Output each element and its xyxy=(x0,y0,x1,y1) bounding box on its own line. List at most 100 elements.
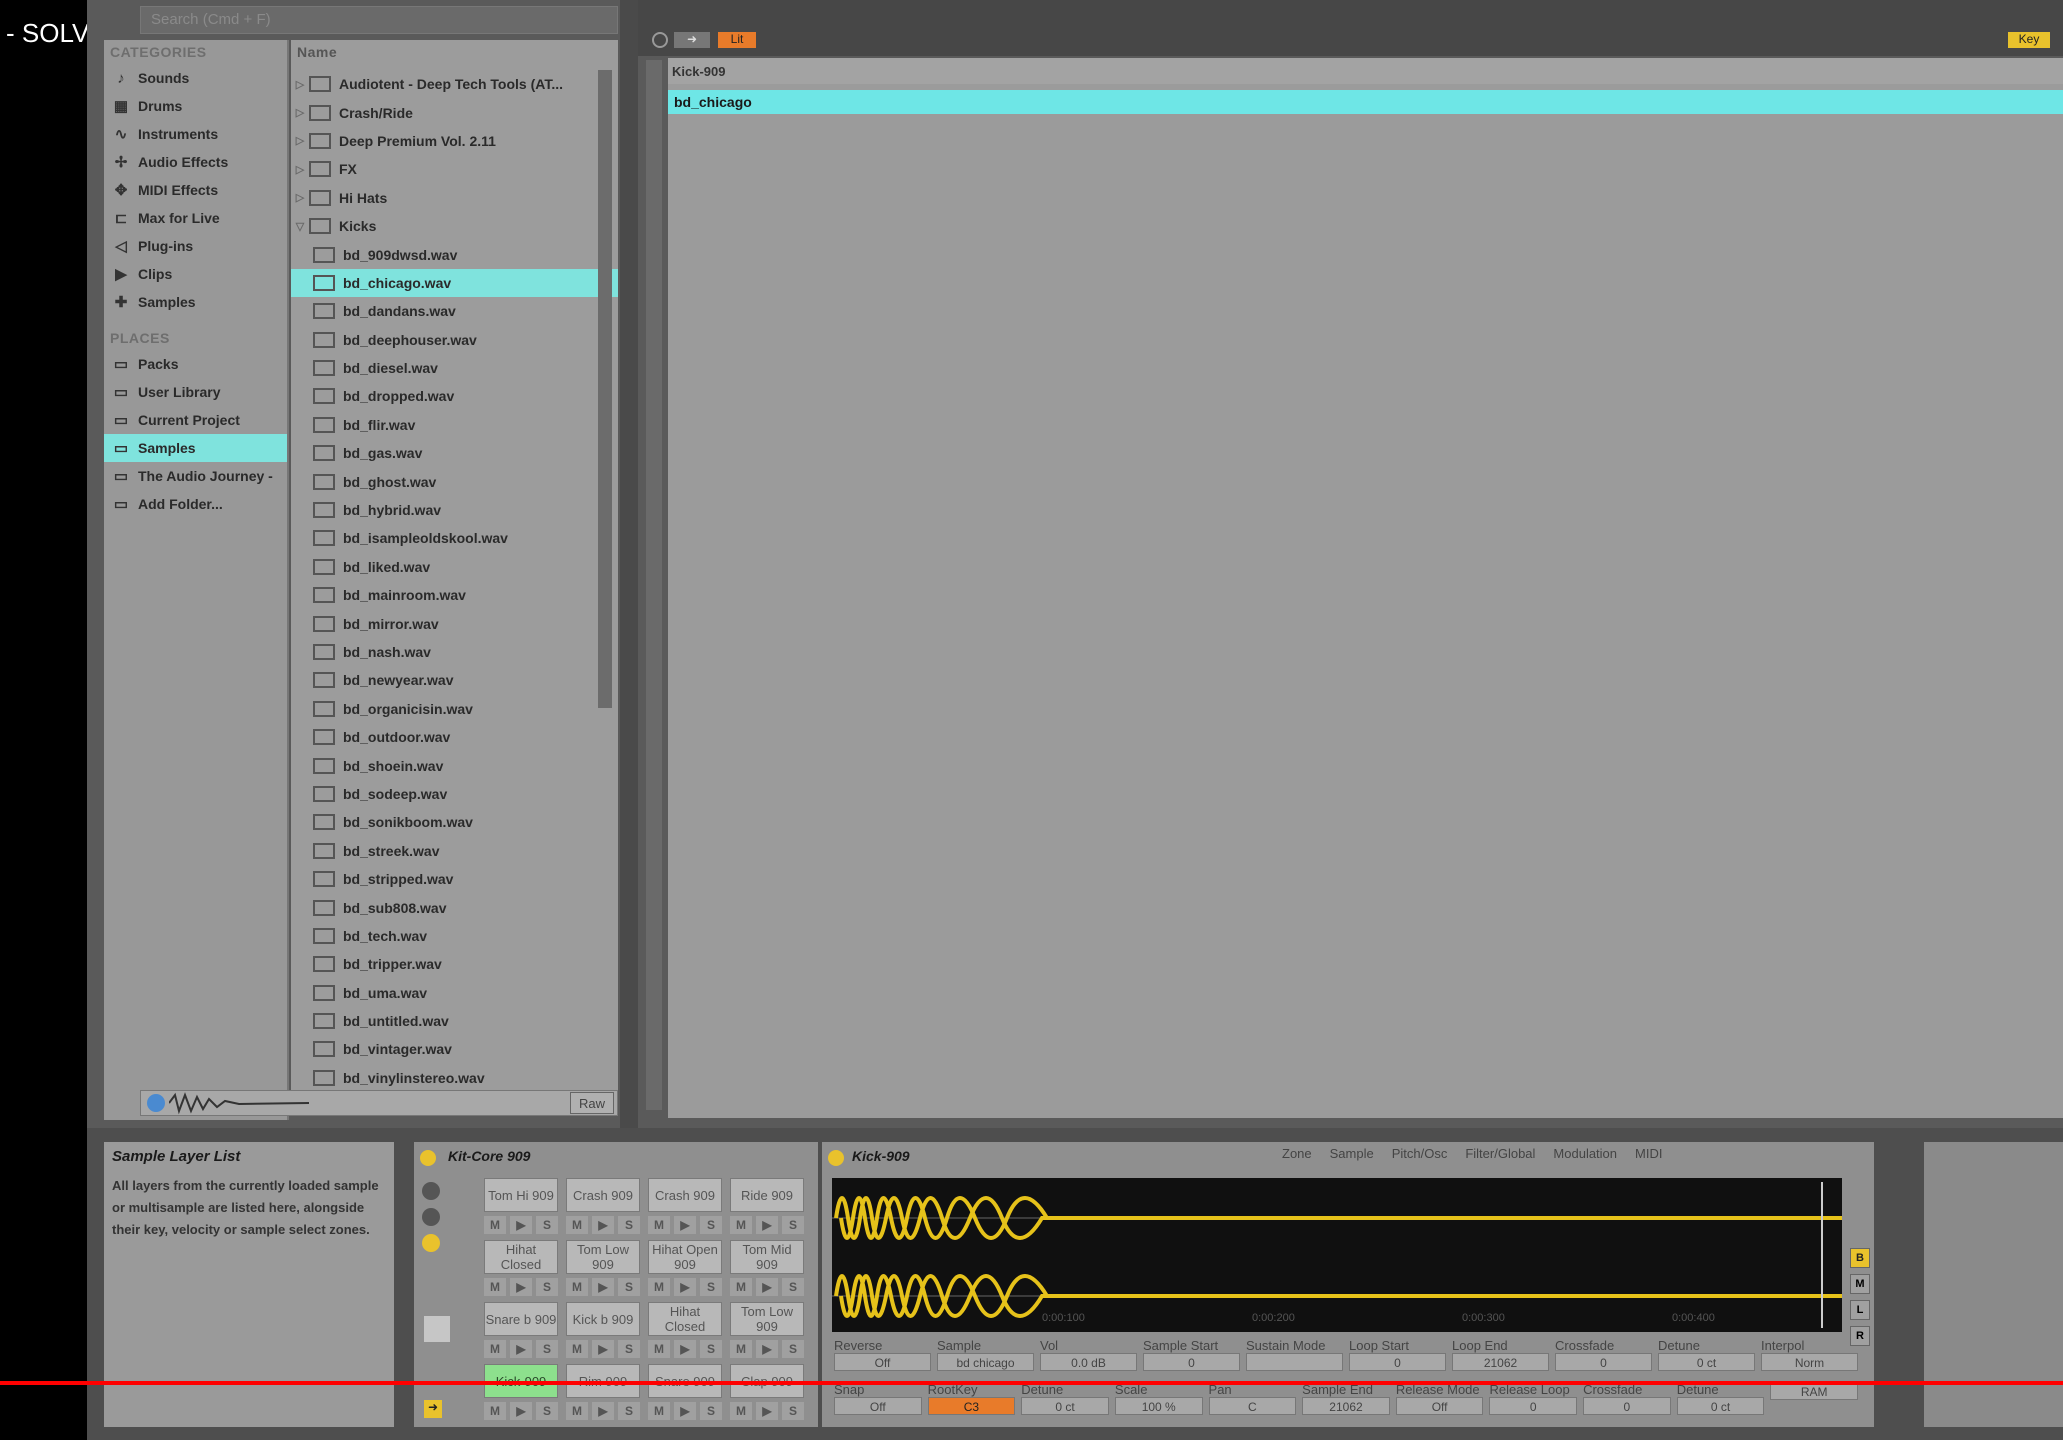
side-button[interactable]: B xyxy=(1850,1248,1870,1268)
param-value[interactable]: Off xyxy=(834,1397,922,1415)
mute-button[interactable]: M xyxy=(648,1278,670,1296)
mute-button[interactable]: M xyxy=(648,1402,670,1420)
file-row[interactable]: bd_dropped.wav xyxy=(291,382,618,410)
param-value[interactable]: Off xyxy=(1395,1397,1484,1415)
rack-knob-icon[interactable] xyxy=(422,1182,440,1200)
drum-pad[interactable]: Snare b 909 xyxy=(484,1302,558,1336)
category-item[interactable]: ◁ Plug-ins xyxy=(104,232,287,260)
file-row[interactable]: bd_vintager.wav xyxy=(291,1035,618,1063)
param-value[interactable]: C3 xyxy=(927,1397,1016,1415)
play-button[interactable]: ▶ xyxy=(510,1216,532,1234)
param-value[interactable]: 0 ct xyxy=(1676,1397,1765,1415)
play-button[interactable]: ▶ xyxy=(674,1340,696,1358)
mute-button[interactable]: M xyxy=(566,1340,588,1358)
solo-button[interactable]: S xyxy=(618,1340,640,1358)
param-value[interactable]: 0 ct xyxy=(1658,1353,1755,1371)
drum-pad[interactable]: Hihat Closed xyxy=(648,1302,722,1336)
preview-play-icon[interactable] xyxy=(147,1094,165,1112)
mute-button[interactable]: M xyxy=(484,1216,506,1234)
file-row[interactable]: bd_newyear.wav xyxy=(291,666,618,694)
mute-button[interactable]: M xyxy=(484,1402,506,1420)
mute-button[interactable]: M xyxy=(484,1340,506,1358)
sampler-tab[interactable]: Pitch/Osc xyxy=(1392,1146,1448,1161)
param-value[interactable]: 21062 xyxy=(1452,1353,1549,1371)
file-row[interactable]: bd_dandans.wav xyxy=(291,297,618,325)
file-row[interactable]: bd_sonikboom.wav xyxy=(291,808,618,836)
category-item[interactable]: ✥ MIDI Effects xyxy=(104,176,287,204)
folder-row[interactable]: ▷ Deep Premium Vol. 2.11 xyxy=(291,127,618,155)
browser-search-input[interactable]: Search (Cmd + F) xyxy=(140,6,618,34)
file-row[interactable]: bd_streek.wav xyxy=(291,837,618,865)
play-button[interactable]: ▶ xyxy=(510,1402,532,1420)
file-row[interactable]: bd_tech.wav xyxy=(291,922,618,950)
rack-arrow-icon[interactable]: ➜ xyxy=(424,1400,442,1418)
drum-pad[interactable]: Crash 909 xyxy=(566,1178,640,1212)
solo-button[interactable]: S xyxy=(782,1402,804,1420)
video-progress-bar[interactable] xyxy=(0,1381,2063,1385)
file-row[interactable]: bd_hybrid.wav xyxy=(291,496,618,524)
file-row[interactable]: bd_mainroom.wav xyxy=(291,581,618,609)
play-button[interactable]: ▶ xyxy=(592,1216,614,1234)
file-row[interactable]: bd_stripped.wav xyxy=(291,865,618,893)
solo-button[interactable]: S xyxy=(782,1340,804,1358)
file-row[interactable]: bd_deephouser.wav xyxy=(291,326,618,354)
mute-button[interactable]: M xyxy=(566,1278,588,1296)
mute-button[interactable]: M xyxy=(566,1402,588,1420)
play-button[interactable]: ▶ xyxy=(510,1340,532,1358)
file-row[interactable]: bd_liked.wav xyxy=(291,553,618,581)
place-item[interactable]: ▭ Packs xyxy=(104,350,287,378)
file-row[interactable]: bd_ghost.wav xyxy=(291,467,618,495)
mute-button[interactable]: M xyxy=(566,1216,588,1234)
solo-button[interactable]: S xyxy=(618,1278,640,1296)
drum-pad[interactable]: Tom Low 909 xyxy=(566,1240,640,1274)
arrow-button[interactable]: ➜ xyxy=(674,32,710,48)
category-item[interactable]: ▶ Clips xyxy=(104,260,287,288)
folder-row[interactable]: ▷ Audiotent - Deep Tech Tools (AT... xyxy=(291,70,618,98)
file-row[interactable]: bd_shoein.wav xyxy=(291,751,618,779)
file-row[interactable]: bd_909dwsd.wav xyxy=(291,240,618,268)
solo-button[interactable]: S xyxy=(536,1216,558,1234)
play-button[interactable]: ▶ xyxy=(592,1278,614,1296)
category-item[interactable]: ♪ Sounds xyxy=(104,64,287,92)
folder-row[interactable]: ▽ Kicks xyxy=(291,212,618,240)
file-row[interactable]: bd_uma.wav xyxy=(291,979,618,1007)
solo-button[interactable]: S xyxy=(782,1278,804,1296)
place-item[interactable]: ▭ Current Project xyxy=(104,406,287,434)
play-button[interactable]: ▶ xyxy=(674,1216,696,1234)
solo-button[interactable]: S xyxy=(700,1216,722,1234)
solo-button[interactable]: S xyxy=(700,1340,722,1358)
play-button[interactable]: ▶ xyxy=(756,1340,778,1358)
param-value[interactable]: 0 xyxy=(1143,1353,1240,1371)
category-item[interactable]: ✚ Samples xyxy=(104,288,287,316)
rack-knob-icon[interactable] xyxy=(422,1234,440,1252)
param-value[interactable]: 0 xyxy=(1489,1397,1578,1415)
solo-button[interactable]: S xyxy=(618,1216,640,1234)
param-value[interactable]: 0 ct xyxy=(1021,1397,1109,1415)
play-button[interactable]: ▶ xyxy=(592,1340,614,1358)
file-row[interactable]: bd_outdoor.wav xyxy=(291,723,618,751)
fold-icon[interactable] xyxy=(652,32,668,48)
param-value[interactable]: 0.0 dB xyxy=(1040,1353,1137,1371)
folder-row[interactable]: ▷ Hi Hats xyxy=(291,184,618,212)
rack-knob-icon[interactable] xyxy=(422,1208,440,1226)
expand-right-icon[interactable]: ▷ xyxy=(291,78,309,91)
sampler-tab[interactable]: MIDI xyxy=(1635,1146,1662,1161)
drum-pad[interactable]: Ride 909 xyxy=(730,1178,804,1212)
play-button[interactable]: ▶ xyxy=(510,1278,532,1296)
mute-button[interactable]: M xyxy=(648,1216,670,1234)
sampler-tab[interactable]: Sample xyxy=(1330,1146,1374,1161)
solo-button[interactable]: S xyxy=(700,1402,722,1420)
lit-button[interactable]: Lit xyxy=(718,32,756,48)
param-value[interactable]: 0 xyxy=(1349,1353,1446,1371)
expand-down-icon[interactable]: ▽ xyxy=(291,220,309,233)
param-value[interactable]: 0 xyxy=(1555,1353,1652,1371)
mute-button[interactable]: M xyxy=(648,1340,670,1358)
play-button[interactable]: ▶ xyxy=(674,1402,696,1420)
sampler-tab[interactable]: Filter/Global xyxy=(1465,1146,1535,1161)
file-row[interactable]: bd_flir.wav xyxy=(291,411,618,439)
drum-pad[interactable]: Tom Hi 909 xyxy=(484,1178,558,1212)
play-button[interactable]: ▶ xyxy=(674,1278,696,1296)
mute-button[interactable]: M xyxy=(730,1278,752,1296)
sampler-tab[interactable]: Zone xyxy=(1282,1146,1312,1161)
solo-button[interactable]: S xyxy=(536,1278,558,1296)
